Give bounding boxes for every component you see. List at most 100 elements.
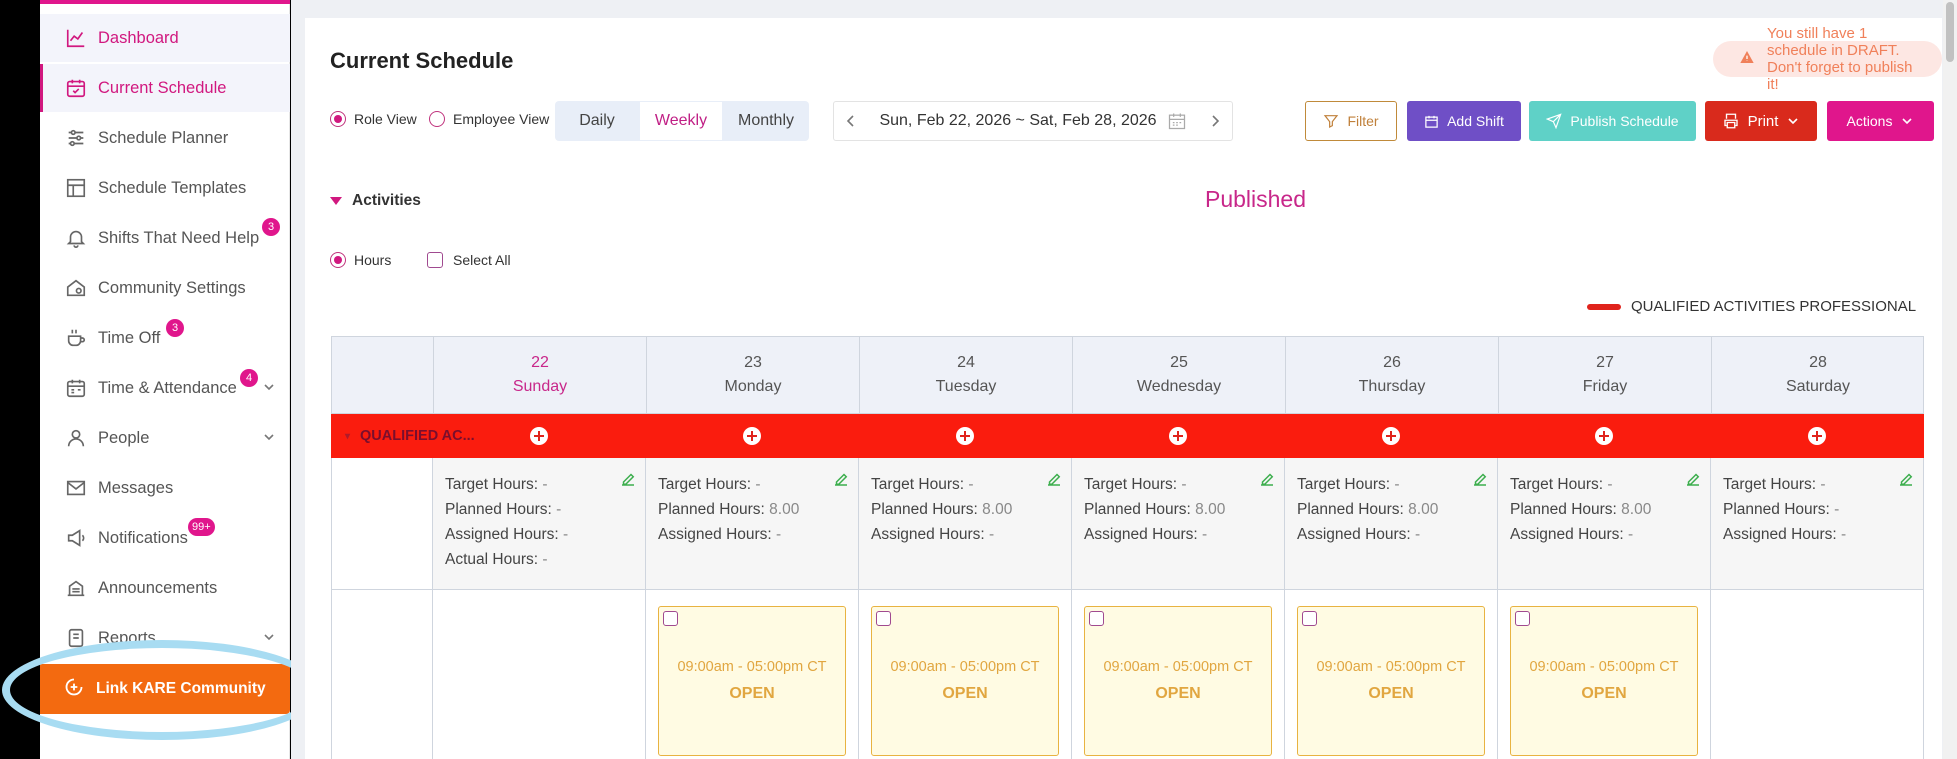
shift-row: 09:00am - 05:00pm CT OPEN 09:00am - 05:0… [331, 590, 1924, 759]
shift-card[interactable]: 09:00am - 05:00pm CT OPEN [1084, 606, 1272, 756]
shift-checkbox[interactable] [876, 611, 891, 626]
period-segmented-control: Daily Weekly Monthly [555, 101, 809, 141]
target-hours-value: - [755, 476, 761, 493]
pencil-edit-icon[interactable] [1897, 470, 1915, 488]
shift-checkbox[interactable] [1302, 611, 1317, 626]
add-shift-sunday[interactable] [432, 414, 645, 458]
radio-unchecked[interactable] [429, 111, 445, 127]
tab-monthly[interactable]: Monthly [723, 101, 809, 141]
sidebar-item-schedule-templates[interactable]: Schedule Templates [40, 164, 290, 212]
shift-card[interactable]: 09:00am - 05:00pm CT OPEN [871, 606, 1059, 756]
sidebar-item-notifications[interactable]: Notifications 99+ [40, 514, 290, 562]
shift-cell-friday: 09:00am - 05:00pm CT OPEN [1498, 590, 1711, 759]
home-gear-icon [64, 276, 88, 300]
schedule-panel: Current Schedule You still have 1 schedu… [305, 18, 1942, 759]
plus-circle-icon[interactable] [742, 427, 761, 445]
day-number: 25 [1170, 354, 1188, 371]
date-range-text[interactable]: Sun, Feb 22, 2026 ~ Sat, Feb 28, 2026 [879, 112, 1156, 130]
add-shift-friday[interactable] [1497, 414, 1710, 458]
sidebar-item-community-settings[interactable]: Community Settings [40, 264, 290, 312]
employee-view-radio[interactable]: Employee View [429, 111, 549, 127]
day-stats-monday: Target Hours: - Planned Hours: 8.00 Assi… [646, 458, 859, 589]
target-hours-value: - [542, 476, 548, 493]
calendar-icon[interactable] [1167, 111, 1187, 131]
plus-circle-icon[interactable] [1594, 427, 1613, 445]
megaphone-icon [64, 526, 88, 550]
shift-card[interactable]: 09:00am - 05:00pm CT OPEN [1510, 606, 1698, 756]
page-scrollbar[interactable] [1943, 0, 1957, 759]
sidebar-item-schedule-planner[interactable]: Schedule Planner [40, 114, 290, 162]
target-hours-label: Target Hours: [1510, 476, 1604, 493]
tab-daily[interactable]: Daily [555, 101, 639, 141]
chevron-down-icon[interactable] [262, 380, 276, 394]
assigned-hours-value: - [1415, 526, 1421, 543]
planned-hours-label: Planned Hours: [1297, 501, 1404, 518]
assigned-hours-label: Assigned Hours: [1510, 526, 1624, 543]
printer-icon [1723, 113, 1738, 129]
sidebar-item-time-attendance[interactable]: Time & Attendance 4 [40, 364, 290, 412]
day-number: 27 [1596, 354, 1614, 371]
sidebar-item-people[interactable]: People [40, 414, 290, 462]
plus-circle-icon[interactable] [529, 427, 548, 445]
legend-label: QUALIFIED ACTIVITIES PROFESSIONAL [1631, 298, 1917, 315]
radio-checked[interactable] [330, 111, 346, 127]
pencil-edit-icon[interactable] [619, 470, 637, 488]
hours-radio[interactable]: Hours [330, 252, 391, 268]
pencil-edit-icon[interactable] [1045, 470, 1063, 488]
assigned-hours-value: - [1202, 526, 1208, 543]
day-name: Tuesday [935, 378, 997, 395]
chevron-left-icon[interactable] [844, 114, 858, 128]
pencil-edit-icon[interactable] [1471, 470, 1489, 488]
sidebar-item-time-off[interactable]: Time Off 3 [40, 314, 290, 362]
plus-circle-icon[interactable] [955, 427, 974, 445]
filter-icon [1324, 115, 1339, 128]
radio-checked[interactable] [330, 252, 346, 268]
day-stats-tuesday: Target Hours: - Planned Hours: 8.00 Assi… [859, 458, 1072, 589]
sidebar-item-announcements[interactable]: Announcements [40, 564, 290, 612]
add-shift-button[interactable]: Add Shift [1407, 101, 1521, 141]
link-kare-community-button[interactable]: Link KARE Community [40, 664, 290, 714]
pencil-edit-icon[interactable] [832, 470, 850, 488]
layout-template-icon [64, 176, 88, 200]
role-legend: QUALIFIED ACTIVITIES PROFESSIONAL [1587, 298, 1916, 315]
select-all-checkbox[interactable]: Select All [427, 252, 511, 268]
day-name: Sunday [512, 378, 568, 395]
shift-checkbox[interactable] [1089, 611, 1104, 626]
chevron-down-icon[interactable] [262, 630, 276, 644]
day-name: Friday [1582, 378, 1628, 395]
plus-circle-icon[interactable] [1807, 427, 1826, 445]
pencil-edit-icon[interactable] [1258, 470, 1276, 488]
add-shift-saturday[interactable] [1710, 414, 1923, 458]
chevron-down-icon[interactable] [262, 430, 276, 444]
shift-checkbox[interactable] [1515, 611, 1530, 626]
warning-icon [1739, 49, 1755, 69]
actual-hours-value: - [542, 551, 548, 568]
actions-button[interactable]: Actions [1827, 101, 1934, 141]
shift-card[interactable]: 09:00am - 05:00pm CT OPEN [1297, 606, 1485, 756]
pencil-edit-icon[interactable] [1684, 470, 1702, 488]
sidebar-item-dashboard[interactable]: Dashboard [40, 14, 290, 62]
sidebar-item-current-schedule[interactable]: Current Schedule [40, 64, 290, 112]
scrollbar-thumb[interactable] [1946, 2, 1954, 62]
checkbox[interactable] [427, 252, 443, 268]
sidebar-item-shifts-need-help[interactable]: Shifts That Need Help 3 [40, 214, 290, 262]
shift-checkbox[interactable] [663, 611, 678, 626]
plus-circle-icon[interactable] [1168, 427, 1187, 445]
planned-hours-label: Planned Hours: [658, 501, 765, 518]
sidebar-item-reports[interactable]: Reports [40, 614, 290, 662]
add-shift-thursday[interactable] [1284, 414, 1497, 458]
day-name: Wednesday [1136, 378, 1222, 395]
filter-button[interactable]: Filter [1305, 101, 1397, 141]
add-shift-monday[interactable] [645, 414, 858, 458]
shift-card[interactable]: 09:00am - 05:00pm CT OPEN [658, 606, 846, 756]
role-view-radio[interactable]: Role View [330, 111, 417, 127]
print-button[interactable]: Print [1705, 101, 1817, 141]
add-shift-wednesday[interactable] [1071, 414, 1284, 458]
publish-schedule-button[interactable]: Publish Schedule [1529, 101, 1696, 141]
tab-weekly[interactable]: Weekly [639, 101, 723, 141]
chevron-right-icon[interactable] [1208, 114, 1222, 128]
plus-circle-icon[interactable] [1381, 427, 1400, 445]
add-shift-tuesday[interactable] [858, 414, 1071, 458]
sidebar-item-messages[interactable]: Messages [40, 464, 290, 512]
planned-hours-label: Planned Hours: [445, 501, 552, 518]
